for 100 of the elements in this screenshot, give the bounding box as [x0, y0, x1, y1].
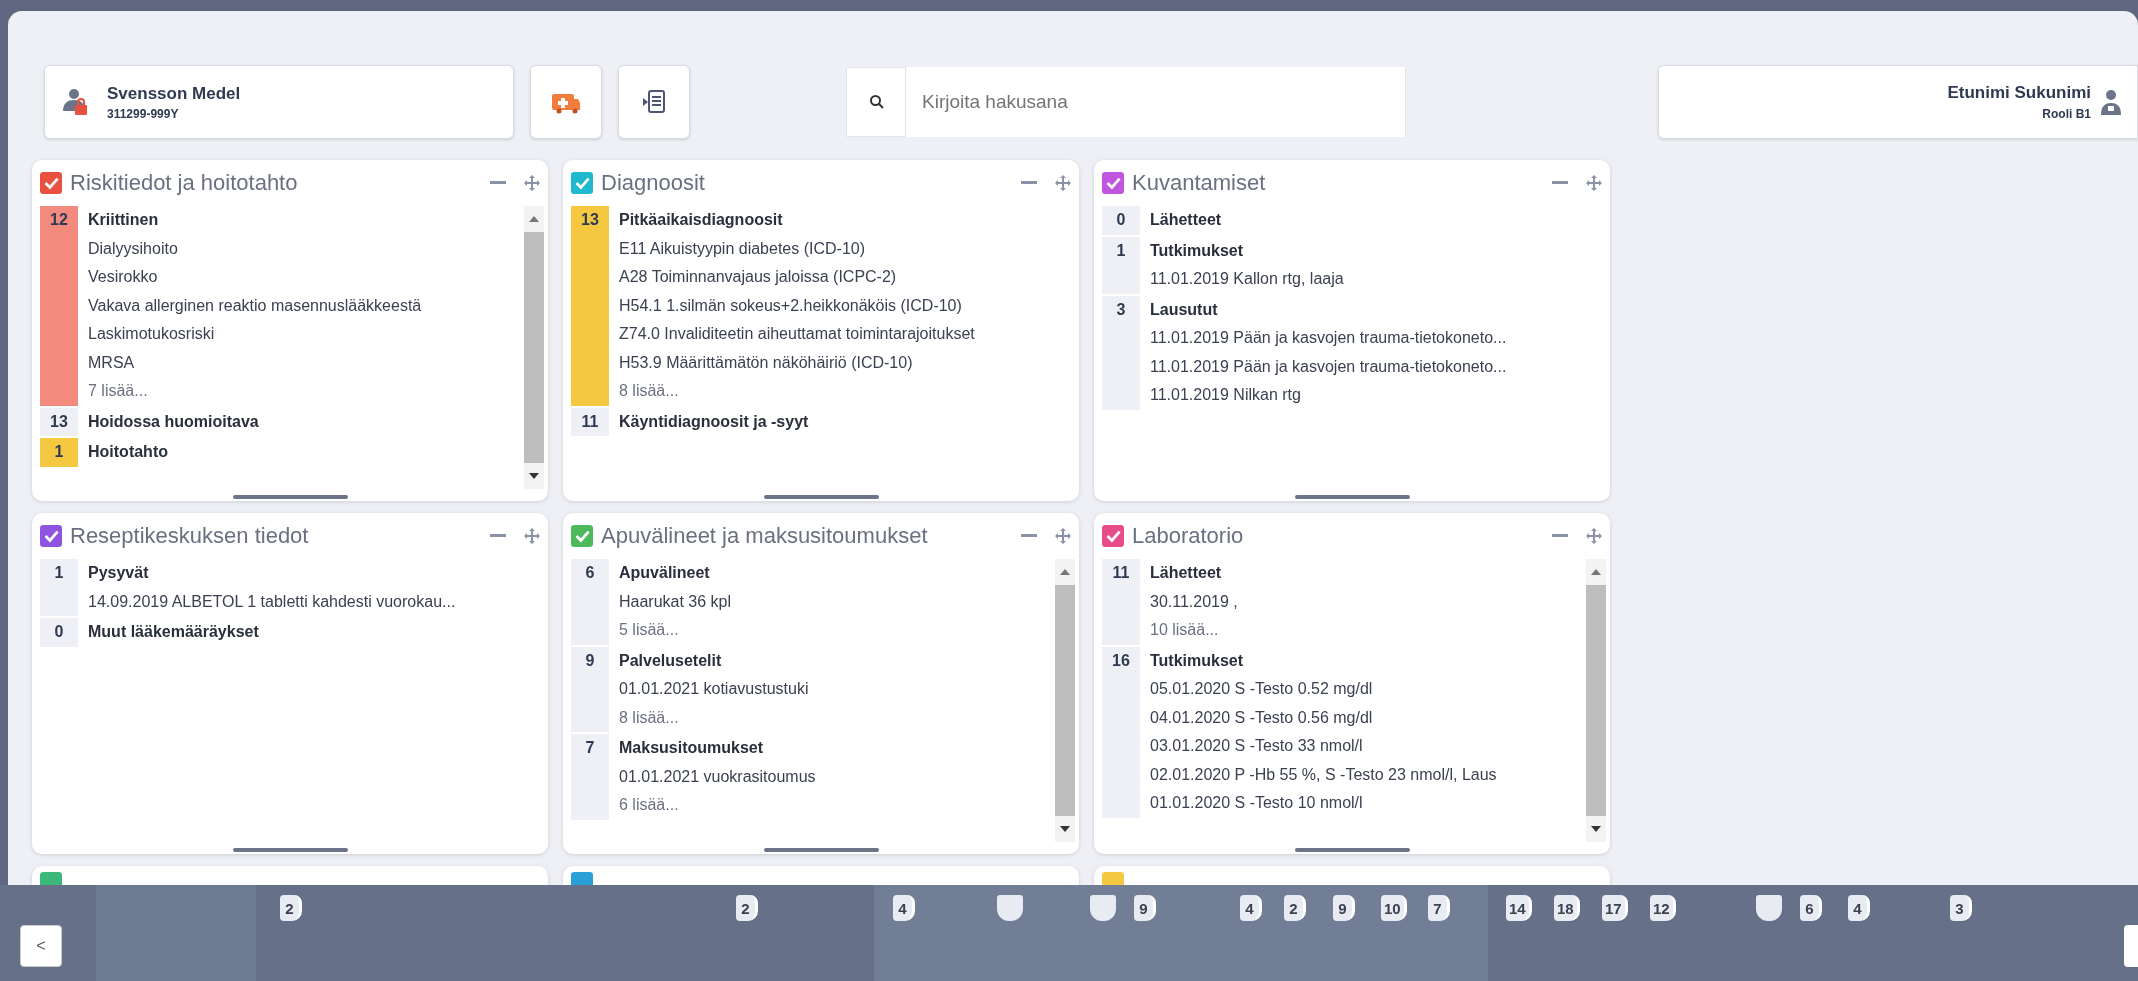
group-title[interactable]: Hoidossa huomioitava [88, 407, 259, 436]
scroll-up-icon[interactable] [1591, 569, 1601, 575]
more-link[interactable]: 5 lisää... [619, 616, 732, 645]
event-marker[interactable]: 18 [1554, 895, 1580, 921]
list-item[interactable]: 01.01.2020 S -Testo 10 nmol/l [1150, 789, 1497, 818]
checkbox[interactable] [1102, 172, 1124, 194]
event-marker[interactable]: 14 [1506, 895, 1532, 921]
group-title[interactable]: Lähetteet [1150, 559, 1238, 588]
event-marker[interactable]: 3 [1950, 895, 1972, 921]
list-item[interactable]: 04.01.2020 S -Testo 0.56 mg/dl [1150, 703, 1497, 732]
scrollbar[interactable] [1055, 559, 1075, 842]
list-item[interactable]: 05.01.2020 S -Testo 0.52 mg/dl [1150, 675, 1497, 704]
group-title[interactable]: Tutkimukset [1150, 236, 1344, 265]
group-title[interactable]: Hoitotahto [88, 438, 168, 467]
event-marker[interactable]: 17 [1602, 895, 1628, 921]
list-item[interactable]: 11.01.2019 Nilkan rtg [1150, 381, 1507, 410]
event-marker[interactable]: 2 [1284, 895, 1306, 921]
event-marker[interactable]: 9 [1134, 895, 1156, 921]
list-item[interactable]: MRSA [88, 348, 422, 377]
event-marker[interactable] [997, 895, 1023, 921]
event-marker[interactable]: 4 [1240, 895, 1262, 921]
group-title[interactable]: Pitkäaikaisdiagnoosit [619, 206, 975, 235]
scrollbar[interactable] [1586, 559, 1606, 842]
list-item[interactable]: 11.01.2019 Pään ja kasvojen trauma-tietokoneto... [1150, 352, 1507, 381]
move-icon[interactable] [1586, 528, 1602, 544]
group-title[interactable]: Palvelusetelit [619, 646, 809, 675]
move-icon[interactable] [524, 528, 540, 544]
move-icon[interactable] [1055, 175, 1071, 191]
group-title[interactable]: Tutkimukset [1150, 646, 1497, 675]
minimize-icon[interactable] [1021, 181, 1037, 185]
group-title[interactable]: Käyntidiagnoosit ja -syyt [619, 407, 809, 436]
resize-handle[interactable] [232, 495, 348, 499]
scroll-down-icon[interactable] [529, 473, 539, 479]
list-item[interactable]: Vesirokko [88, 263, 422, 292]
move-icon[interactable] [1055, 528, 1071, 544]
event-marker[interactable] [1756, 895, 1782, 921]
group-title[interactable]: Lausutut [1150, 295, 1507, 324]
list-item[interactable]: Z74.0 Invaliditeetin aiheuttamat toimintarajoitukset [619, 320, 975, 349]
checkbox[interactable] [571, 525, 593, 547]
checkbox[interactable] [40, 172, 62, 194]
scroll-down-icon[interactable] [1591, 826, 1601, 832]
event-marker[interactable]: 7 [1428, 895, 1450, 921]
list-item[interactable]: H53.9 Määrittämätön näköhäiriö (ICD-10) [619, 348, 975, 377]
move-icon[interactable] [524, 175, 540, 191]
resize-handle[interactable] [232, 848, 348, 852]
list-item[interactable]: 02.01.2020 P -Hb 55 %, S -Testo 23 nmol/l, Laus [1150, 760, 1497, 789]
group-title[interactable]: Apuvälineet [619, 559, 732, 588]
ambulance-button[interactable] [530, 65, 602, 139]
group-title[interactable]: Muut lääkemääräykset [88, 618, 259, 647]
resize-handle[interactable] [763, 848, 879, 852]
event-marker[interactable]: 4 [1848, 895, 1870, 921]
patient-card[interactable]: Svensson Medel 311299-999Y [44, 65, 514, 139]
group-title[interactable]: Pysyvät [88, 559, 456, 588]
checkbox[interactable] [1102, 525, 1124, 547]
minimize-icon[interactable] [1552, 181, 1568, 185]
more-link[interactable]: 8 lisää... [619, 377, 975, 406]
move-icon[interactable] [1586, 175, 1602, 191]
scroll-up-icon[interactable] [529, 216, 539, 222]
list-item[interactable]: A28 Toiminnanvajaus jaloissa (ICPC-2) [619, 263, 975, 292]
list-item[interactable]: E11 Aikuistyypin diabetes (ICD-10) [619, 234, 975, 263]
user-card[interactable]: Etunimi Sukunimi Rooli B1 [1658, 65, 2138, 139]
more-link[interactable]: 6 lisää... [619, 791, 816, 820]
list-item[interactable]: 11.01.2019 Kallon rtg, laaja [1150, 265, 1344, 294]
search-field[interactable]: Kirjoita hakusana [846, 67, 1406, 137]
event-marker[interactable]: 2 [736, 895, 758, 921]
group-title[interactable]: Maksusitoumukset [619, 734, 816, 763]
event-marker[interactable]: 9 [1333, 895, 1355, 921]
back-button[interactable]: < [20, 925, 62, 967]
minimize-icon[interactable] [490, 534, 506, 538]
list-item[interactable]: 01.01.2021 vuokrasitoumus [619, 762, 816, 791]
event-marker[interactable]: 10 [1381, 895, 1407, 921]
list-item[interactable]: Dialyysihoito [88, 234, 422, 263]
group-title[interactable]: Lähetteet [1150, 206, 1222, 235]
scroll-down-icon[interactable] [1060, 826, 1070, 832]
resize-handle[interactable] [763, 495, 879, 499]
checkbox[interactable] [571, 172, 593, 194]
checkbox[interactable] [40, 525, 62, 547]
list-item[interactable]: 03.01.2020 S -Testo 33 nmol/l [1150, 732, 1497, 761]
event-marker[interactable]: 4 [893, 895, 915, 921]
event-marker[interactable] [1090, 895, 1116, 921]
list-item[interactable]: Laskimotukosriski [88, 320, 422, 349]
event-marker[interactable]: 6 [1800, 895, 1822, 921]
event-marker[interactable]: 12 [1650, 895, 1676, 921]
scrollbar[interactable] [524, 206, 544, 489]
list-item[interactable]: 01.01.2021 kotiavustustuki [619, 675, 809, 704]
list-item[interactable]: H54.1 1.silmän sokeus+2.heikkonäköis (ICD-10) [619, 291, 975, 320]
more-link[interactable]: 10 lisää... [1150, 616, 1238, 645]
list-item[interactable]: Vakava allerginen reaktio masennuslääkkeestä [88, 291, 422, 320]
more-link[interactable]: 8 lisää... [619, 703, 809, 732]
resize-handle[interactable] [1294, 848, 1410, 852]
group-title[interactable]: Kriittinen [88, 206, 422, 235]
list-item[interactable]: 14.09.2019 ALBETOL 1 tabletti kahdesti vuorokau... [88, 587, 456, 616]
scroll-up-icon[interactable] [1060, 569, 1070, 575]
list-item[interactable]: 11.01.2019 Pään ja kasvojen trauma-tietokoneto... [1150, 324, 1507, 353]
minimize-icon[interactable] [1021, 534, 1037, 538]
resize-handle[interactable] [1294, 495, 1410, 499]
more-link[interactable]: 7 lisää... [88, 377, 422, 406]
list-item[interactable]: 30.11.2019 , [1150, 587, 1238, 616]
list-item[interactable]: Haarukat 36 kpl [619, 587, 732, 616]
minimize-icon[interactable] [1552, 534, 1568, 538]
